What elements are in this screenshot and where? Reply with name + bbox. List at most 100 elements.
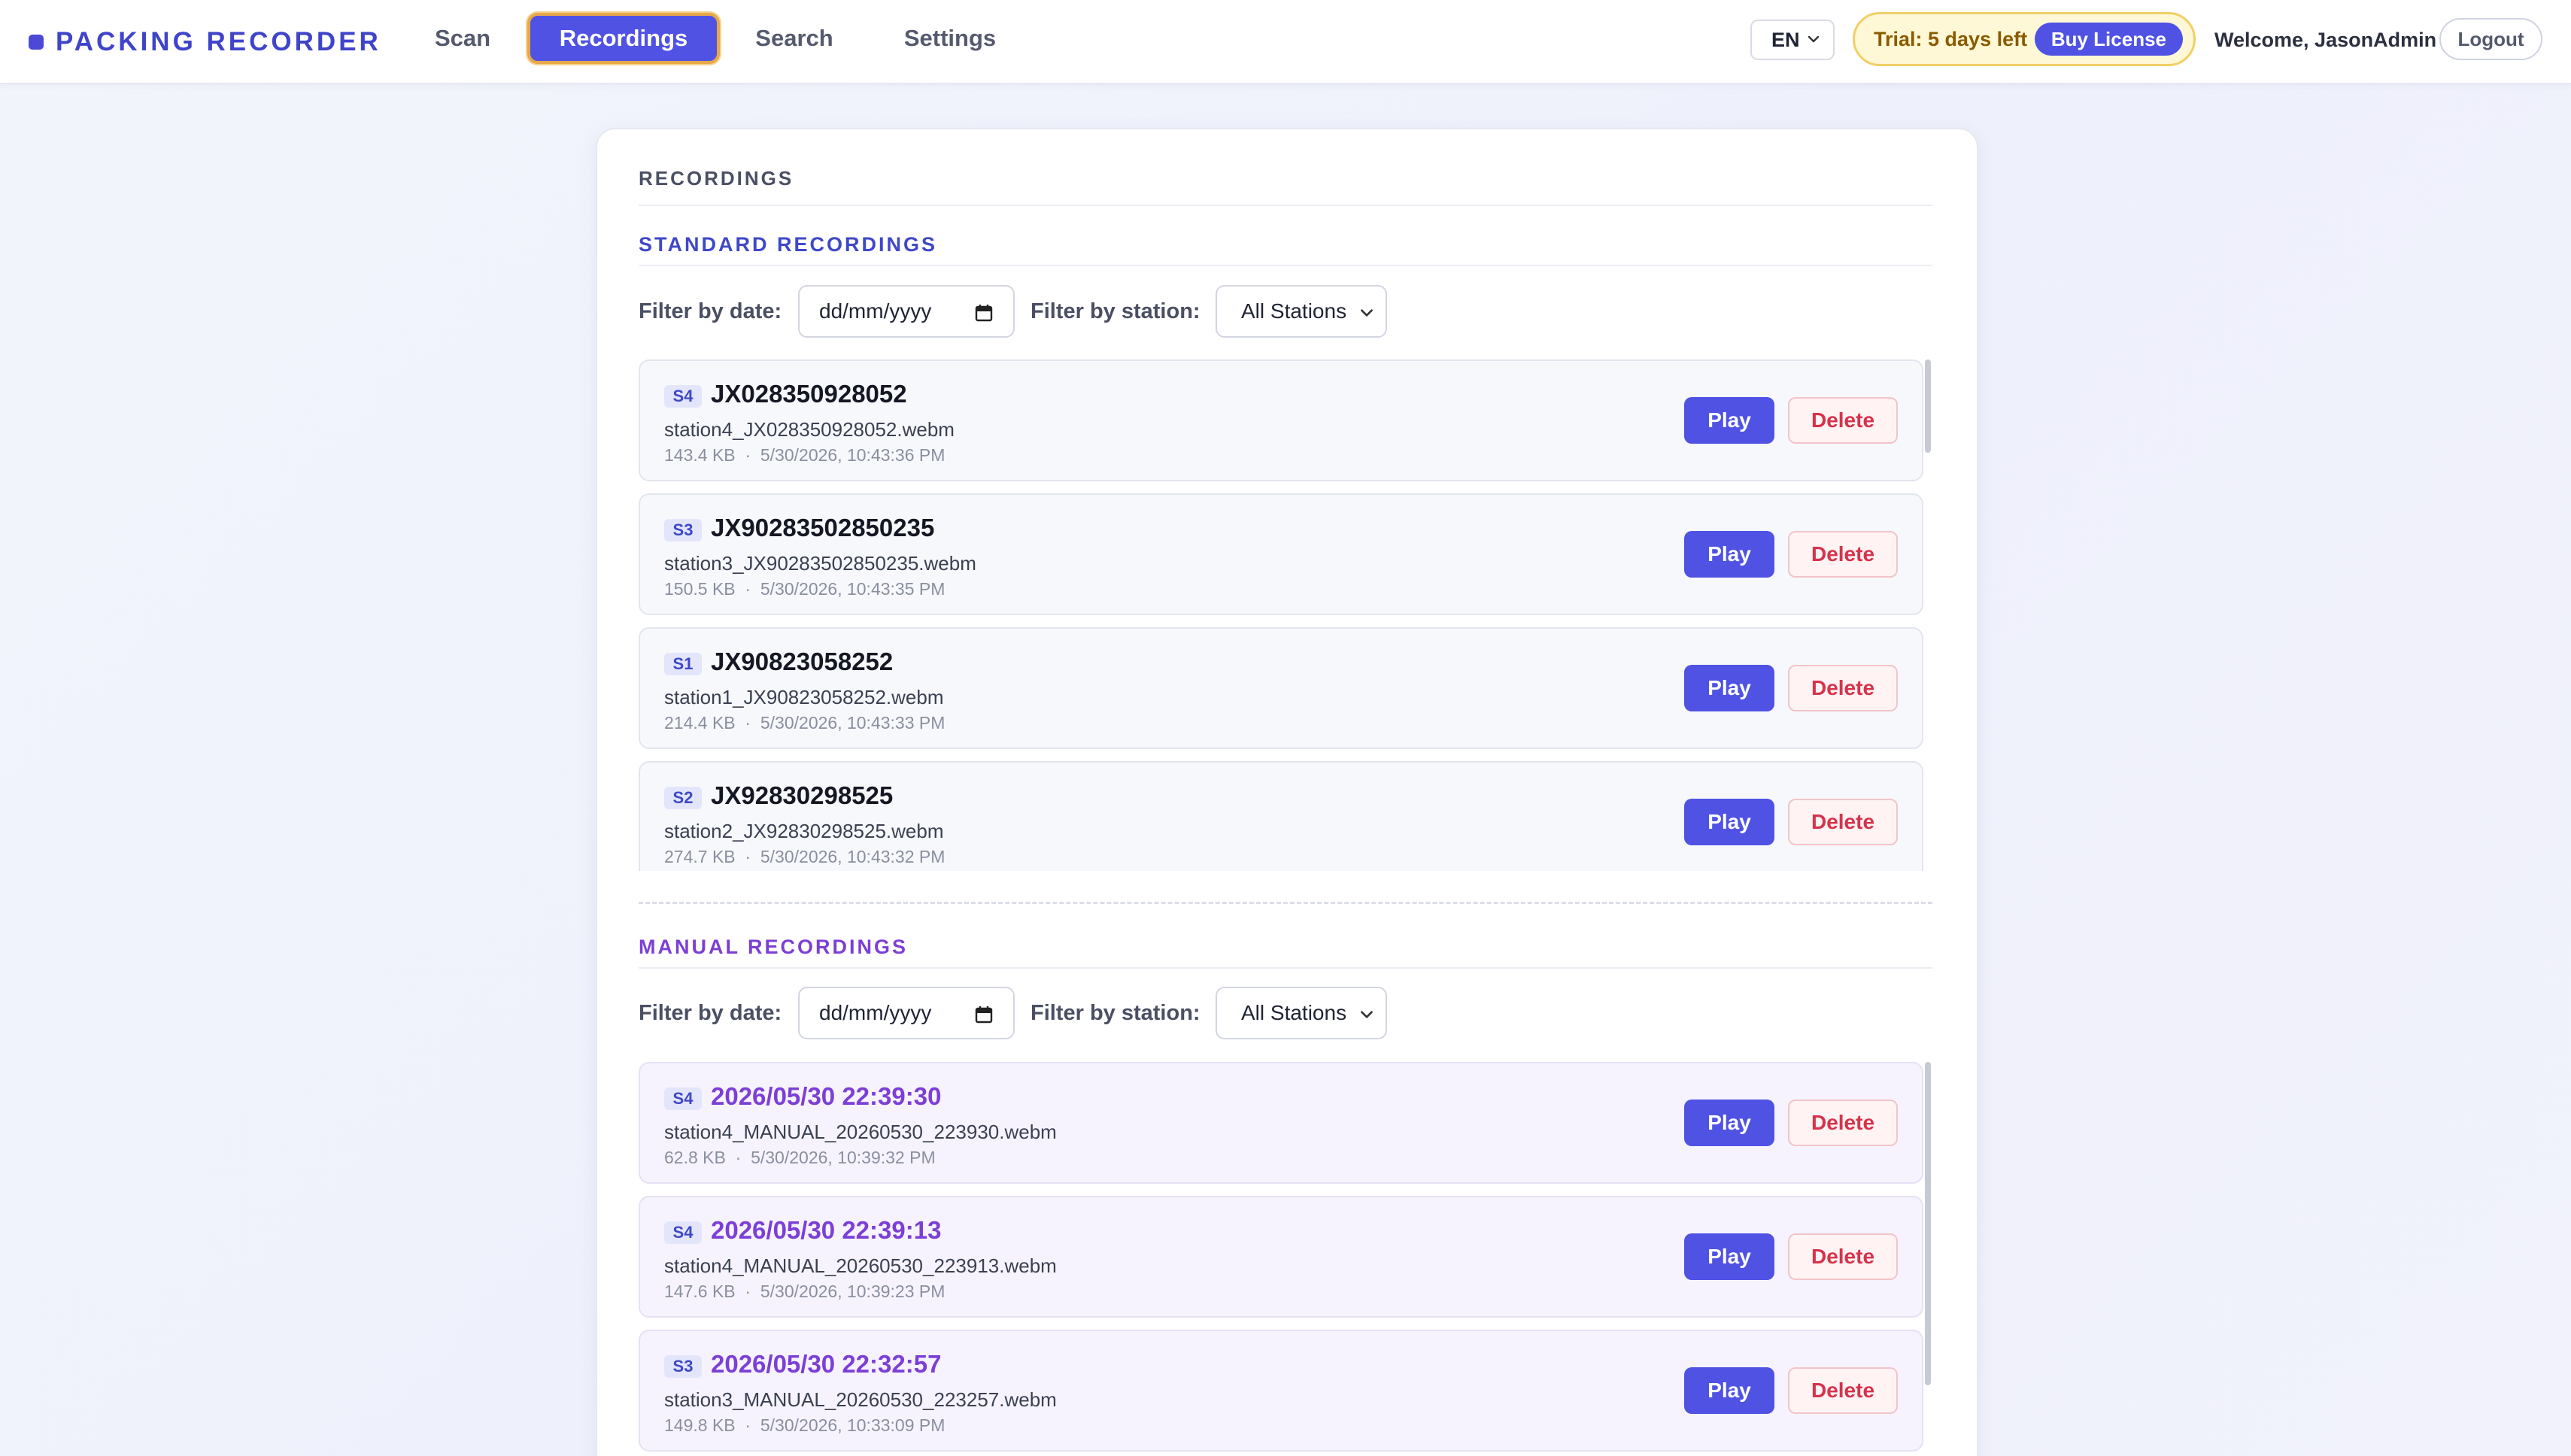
standard-date-filter-input[interactable]: dd/mm/yyyy <box>798 285 1015 338</box>
recording-size: 274.7 KB <box>664 847 736 866</box>
delete-button[interactable]: Delete <box>1788 1233 1898 1280</box>
recording-meta: 274.7 KB · 5/30/2026, 10:43:32 PM <box>664 845 945 868</box>
recording-meta: 149.8 KB · 5/30/2026, 10:33:09 PM <box>664 1414 945 1436</box>
manual-date-filter-label: Filter by date: <box>639 1001 782 1025</box>
station-badge: S4 <box>664 1221 702 1244</box>
recording-filename: station2_JX92830298525.webm <box>664 820 944 842</box>
manual-list-scrollbar[interactable] <box>1925 1062 1931 1385</box>
delete-button[interactable]: Delete <box>1788 799 1898 845</box>
standard-station-filter-select[interactable]: All Stations <box>1216 285 1387 338</box>
recording-time: 5/30/2026, 10:43:32 PM <box>760 847 946 866</box>
play-button[interactable]: Play <box>1684 531 1774 578</box>
language-value: EN <box>1771 28 1800 51</box>
station-badge: S3 <box>664 519 702 541</box>
recording-time: 5/30/2026, 10:43:36 PM <box>760 445 946 465</box>
recording-title: JX92830298525 <box>711 781 894 809</box>
delete-button[interactable]: Delete <box>1788 1367 1898 1414</box>
recording-item: S4 JX028350928052 station4_JX02835092805… <box>639 359 1923 481</box>
chevron-down-icon <box>1808 35 1820 43</box>
recording-meta: 143.4 KB · 5/30/2026, 10:43:36 PM <box>664 444 945 466</box>
station-select-value: All Stations <box>1241 299 1347 323</box>
recording-filename: station4_MANUAL_20260530_223930.webm <box>664 1121 1057 1143</box>
recording-meta: 150.5 KB · 5/30/2026, 10:43:35 PM <box>664 578 945 600</box>
recording-item: S3 2026/05/30 22:32:57 station3_MANUAL_2… <box>639 1330 1923 1451</box>
play-button[interactable]: Play <box>1684 799 1774 845</box>
standard-divider <box>639 265 1932 266</box>
meta-separator: · <box>745 1282 751 1301</box>
meta-separator: · <box>745 713 751 733</box>
recording-item: S4 2026/05/30 22:39:30 station4_MANUAL_2… <box>639 1062 1923 1184</box>
tab-search[interactable]: Search <box>734 13 854 64</box>
delete-button[interactable]: Delete <box>1788 665 1898 711</box>
welcome-text: Welcome, JasonAdmin <box>2214 29 2437 51</box>
recording-meta: 62.8 KB · 5/30/2026, 10:39:32 PM <box>664 1146 936 1169</box>
play-button[interactable]: Play <box>1684 1367 1774 1414</box>
manual-date-filter-input[interactable]: dd/mm/yyyy <box>798 987 1015 1039</box>
date-placeholder: dd/mm/yyyy <box>819 1001 932 1024</box>
recording-size: 214.4 KB <box>664 713 736 733</box>
recording-title: JX028350928052 <box>711 380 907 408</box>
buy-license-button[interactable]: Buy License <box>2034 23 2183 56</box>
brand[interactable]: PACKING RECORDER <box>29 24 381 60</box>
trial-text: Trial: 5 days left <box>1874 27 2028 50</box>
recording-filename: station3_JX90283502850235.webm <box>664 552 976 575</box>
recording-size: 62.8 KB <box>664 1148 726 1167</box>
recording-title: 2026/05/30 22:39:13 <box>711 1216 942 1244</box>
meta-separator: · <box>745 847 751 866</box>
meta-separator: · <box>745 1415 751 1435</box>
manual-section-title: MANUAL RECORDINGS <box>639 936 909 958</box>
manual-station-filter-select[interactable]: All Stations <box>1216 987 1387 1039</box>
play-button[interactable]: Play <box>1684 1100 1774 1146</box>
date-placeholder: dd/mm/yyyy <box>819 299 932 323</box>
recording-time: 5/30/2026, 10:39:32 PM <box>751 1148 936 1167</box>
page-title: RECORDINGS <box>639 167 794 190</box>
play-button[interactable]: Play <box>1684 1233 1774 1280</box>
tab-settings[interactable]: Settings <box>880 13 1020 64</box>
standard-station-filter-label: Filter by station: <box>1031 299 1201 323</box>
title-divider <box>639 205 1932 206</box>
recording-item: S1 JX90823058252 station1_JX90823058252.… <box>639 627 1923 749</box>
standard-recordings-list[interactable]: S4 JX028350928052 station4_JX02835092805… <box>639 359 1932 871</box>
section-separator <box>639 902 1932 904</box>
tab-recordings[interactable]: Recordings <box>527 13 720 64</box>
recording-item: S2 JX92830298525 station2_JX92830298525.… <box>639 761 1923 871</box>
recording-time: 5/30/2026, 10:43:33 PM <box>760 713 946 733</box>
chevron-down-icon <box>1361 309 1373 317</box>
station-badge: S2 <box>664 787 702 809</box>
station-badge: S1 <box>664 653 702 675</box>
recording-time: 5/30/2026, 10:39:23 PM <box>760 1282 946 1301</box>
manual-station-filter-label: Filter by station: <box>1031 1001 1201 1025</box>
delete-button[interactable]: Delete <box>1788 397 1898 444</box>
recordings-card: RECORDINGS STANDARD RECORDINGS Filter by… <box>596 128 1978 1456</box>
tab-scan[interactable]: Scan <box>412 13 513 64</box>
recording-size: 143.4 KB <box>664 445 736 465</box>
standard-list-scrollbar[interactable] <box>1925 359 1931 453</box>
delete-button[interactable]: Delete <box>1788 531 1898 578</box>
play-button[interactable]: Play <box>1684 665 1774 711</box>
recording-item: S3 JX90283502850235 station3_JX902835028… <box>639 493 1923 615</box>
language-select[interactable]: EN <box>1750 20 1835 60</box>
recording-title: 2026/05/30 22:39:30 <box>711 1082 942 1110</box>
logout-button[interactable]: Logout <box>2439 18 2542 60</box>
meta-separator: · <box>745 445 751 465</box>
meta-separator: · <box>745 579 751 599</box>
recording-meta: 214.4 KB · 5/30/2026, 10:43:33 PM <box>664 711 945 734</box>
calendar-icon[interactable] <box>974 1005 994 1024</box>
recording-item: S4 2026/05/30 22:39:13 station4_MANUAL_2… <box>639 1196 1923 1318</box>
recording-size: 150.5 KB <box>664 579 736 599</box>
station-badge: S4 <box>664 1087 702 1110</box>
station-badge: S4 <box>664 385 702 408</box>
calendar-icon[interactable] <box>974 303 994 323</box>
manual-recordings-list[interactable]: S4 2026/05/30 22:39:30 station4_MANUAL_2… <box>639 1062 1932 1453</box>
recording-title: JX90283502850235 <box>711 514 935 541</box>
recording-filename: station4_JX028350928052.webm <box>664 418 955 441</box>
chevron-down-icon <box>1361 1011 1373 1018</box>
standard-date-filter-label: Filter by date: <box>639 299 782 323</box>
recording-time: 5/30/2026, 10:33:09 PM <box>760 1415 946 1435</box>
delete-button[interactable]: Delete <box>1788 1100 1898 1146</box>
station-select-value: All Stations <box>1241 1001 1347 1024</box>
recording-size: 147.6 KB <box>664 1282 736 1301</box>
play-button[interactable]: Play <box>1684 397 1774 444</box>
meta-separator: · <box>735 1148 742 1167</box>
station-badge: S3 <box>664 1355 702 1378</box>
